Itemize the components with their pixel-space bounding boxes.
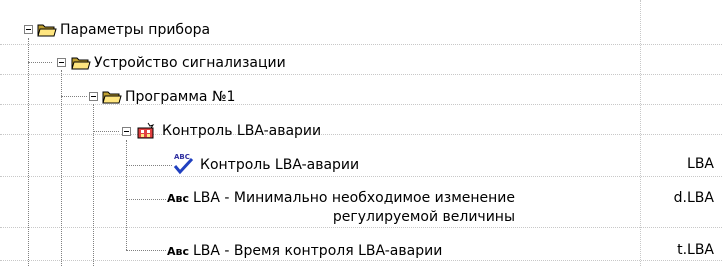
- tree-connector: [28, 38, 29, 266]
- param-row-lba-time[interactable]: Авс LBA - Время контроля LBA-аварии: [167, 240, 442, 262]
- tree-node-label: Программа №1: [125, 89, 236, 105]
- alarm-group-icon: [136, 122, 156, 140]
- param-row-lba-control[interactable]: ABC Контроль LBA-аварии: [172, 152, 359, 178]
- column-divider: [640, 0, 641, 266]
- tree-connector: [93, 131, 119, 132]
- tree-connector: [126, 165, 172, 166]
- collapse-toggle[interactable]: [122, 127, 131, 136]
- param-label: Контроль LBA-аварии: [200, 157, 360, 173]
- tree-connector: [61, 96, 87, 97]
- abc-text-icon: Авс: [167, 192, 189, 205]
- grid-line: [0, 176, 722, 177]
- open-folder-icon: [102, 89, 122, 105]
- tree-node-label: Контроль LBA-аварии: [162, 123, 322, 139]
- tree-node-program-1[interactable]: Программа №1: [102, 86, 235, 108]
- param-value: d.LBA: [673, 190, 714, 206]
- tree-connector: [126, 250, 166, 251]
- tree-connector: [126, 140, 127, 250]
- param-label-line: регулируемой величины: [332, 209, 516, 225]
- tree-connector: [28, 62, 52, 63]
- collapse-toggle[interactable]: [24, 25, 33, 34]
- tree-connector: [126, 199, 166, 200]
- param-row-lba-min-change[interactable]: Авс LBA - Минимально необходимое изменен…: [167, 189, 515, 227]
- tree-node-label: Параметры прибора: [60, 22, 211, 38]
- tree-node-device-params[interactable]: Параметры прибора: [37, 19, 210, 41]
- grid-line: [0, 74, 722, 75]
- grid-line: [0, 44, 722, 45]
- param-label-line: LBA - Минимально необходимое изменение: [193, 190, 516, 206]
- parameter-tree: Параметры прибора Устройство сигнализаци…: [0, 0, 722, 266]
- collapse-toggle[interactable]: [89, 92, 98, 101]
- tree-connector: [61, 70, 62, 266]
- abc-check-icon: ABC: [172, 153, 194, 175]
- grid-line: [0, 134, 722, 135]
- tree-node-lba-control[interactable]: Контроль LBA-аварии: [136, 120, 321, 142]
- open-folder-icon: [71, 55, 91, 71]
- grid-line: [0, 227, 722, 228]
- collapse-toggle[interactable]: [57, 58, 66, 67]
- tree-connector: [93, 104, 94, 266]
- open-folder-icon: [37, 22, 57, 38]
- abc-text-icon: Авс: [167, 244, 189, 258]
- tree-node-alarm-device[interactable]: Устройство сигнализации: [71, 52, 286, 74]
- tree-node-label: Устройство сигнализации: [94, 55, 286, 71]
- param-label: LBA - Минимально необходимое изменение р…: [193, 189, 515, 227]
- param-value: t.LBA: [677, 242, 714, 258]
- param-value: LBA: [687, 156, 714, 172]
- param-label: LBA - Время контроля LBA-аварии: [193, 243, 443, 259]
